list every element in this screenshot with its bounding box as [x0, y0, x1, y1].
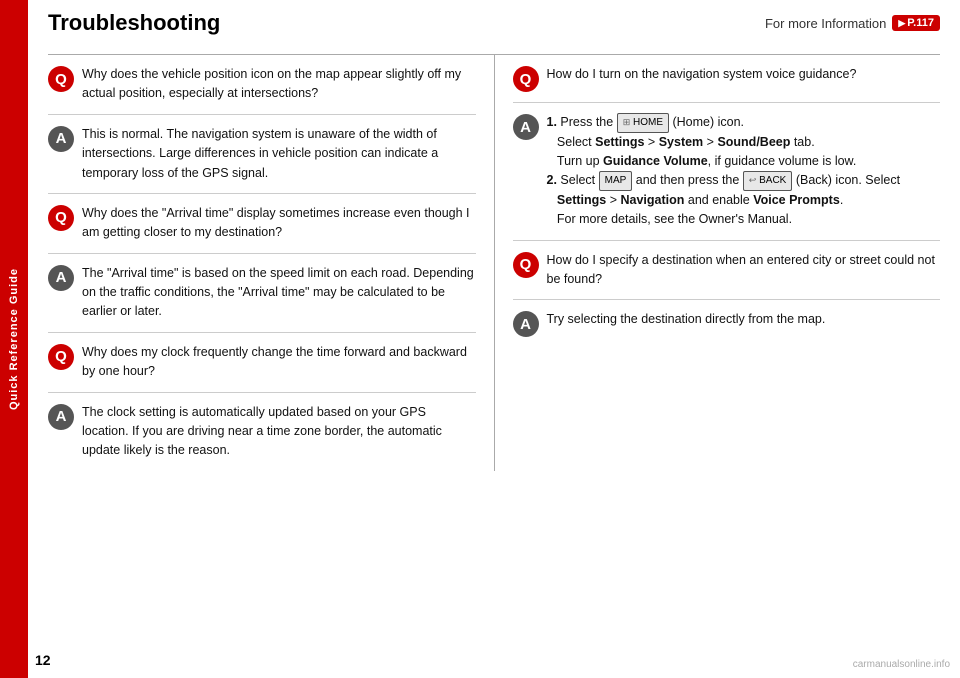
- qa-answer-text: The clock setting is automatically updat…: [82, 403, 476, 461]
- header: Troubleshooting For more Information P.1…: [48, 10, 940, 42]
- qa-answer-text: The "Arrival time" is based on the speed…: [82, 264, 476, 322]
- watermark: carmanualsonline.info: [853, 659, 950, 670]
- qa-question-text: How do I specify a destination when an e…: [547, 251, 941, 290]
- header-info-text: For more Information: [765, 16, 886, 31]
- back-button-icon: ↩ BACK: [743, 171, 793, 191]
- step-1c: Turn up Guidance Volume, if guidance vol…: [547, 152, 941, 171]
- qa-answer-text: This is normal. The navigation system is…: [82, 125, 476, 183]
- q-icon: Q: [48, 344, 74, 370]
- main-content: Troubleshooting For more Information P.1…: [28, 0, 960, 471]
- a-icon: A: [513, 311, 539, 337]
- qa-answer-steps: 1. Press the ⊞ HOME (Home) icon. Select …: [547, 113, 941, 230]
- step-number: 2.: [547, 173, 557, 187]
- qa-question-text: How do I turn on the navigation system v…: [547, 65, 941, 84]
- q-icon: Q: [513, 66, 539, 92]
- home-button-icon: ⊞ HOME: [617, 113, 669, 133]
- qa-item: Q Why does my clock frequently change th…: [48, 333, 476, 393]
- qa-item: Q Why does the vehicle position icon on …: [48, 55, 476, 115]
- a-icon: A: [48, 265, 74, 291]
- page-ref-badge: P.117: [892, 15, 940, 31]
- sidebar: Quick Reference Guide: [0, 0, 28, 678]
- right-column: Q How do I turn on the navigation system…: [495, 55, 941, 471]
- qa-question-text: Why does my clock frequently change the …: [82, 343, 476, 382]
- q-icon: Q: [513, 252, 539, 278]
- qa-question-text: Why does the "Arrival time" display some…: [82, 204, 476, 243]
- step-2: 2. Select MAP and then press the ↩ BACK …: [547, 171, 941, 191]
- qa-item: Q How do I turn on the navigation system…: [513, 55, 941, 103]
- qa-item: A Try selecting the destination directly…: [513, 300, 941, 347]
- header-info: For more Information P.117: [765, 15, 940, 31]
- step-1: 1. Press the ⊞ HOME (Home) icon.: [547, 113, 941, 133]
- qa-item: A The "Arrival time" is based on the spe…: [48, 254, 476, 333]
- q-icon: Q: [48, 66, 74, 92]
- qa-answer-text: Try selecting the destination directly f…: [547, 310, 941, 329]
- sidebar-label: Quick Reference Guide: [8, 268, 20, 410]
- a-icon: A: [48, 404, 74, 430]
- qa-item: A 1. Press the ⊞ HOME (Home) icon. Selec…: [513, 103, 941, 241]
- qa-item: Q Why does the "Arrival time" display so…: [48, 194, 476, 254]
- qa-item: Q How do I specify a destination when an…: [513, 241, 941, 301]
- step-2c: For more details, see the Owner's Manual…: [547, 210, 941, 229]
- a-icon: A: [48, 126, 74, 152]
- page-title: Troubleshooting: [48, 10, 220, 36]
- columns: Q Why does the vehicle position icon on …: [48, 55, 940, 471]
- qa-item: A The clock setting is automatically upd…: [48, 393, 476, 471]
- page-number: 12: [35, 652, 51, 668]
- qa-question-text: Why does the vehicle position icon on th…: [82, 65, 476, 104]
- step-2b: Settings > Navigation and enable Voice P…: [547, 191, 941, 210]
- qa-item: A This is normal. The navigation system …: [48, 115, 476, 194]
- a-icon: A: [513, 114, 539, 140]
- step-1b: Select Settings > System > Sound/Beep ta…: [547, 133, 941, 152]
- left-column: Q Why does the vehicle position icon on …: [48, 55, 495, 471]
- map-button-icon: MAP: [599, 171, 633, 191]
- step-number: 1.: [547, 115, 557, 129]
- q-icon: Q: [48, 205, 74, 231]
